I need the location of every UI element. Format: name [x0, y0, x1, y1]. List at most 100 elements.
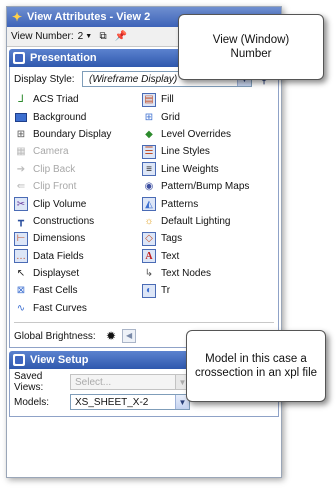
- dimensions-icon: ⊢: [14, 231, 28, 246]
- toggle-patterns[interactable]: ◭ Patterns: [142, 195, 270, 212]
- camera-icon: ▦: [16, 146, 26, 158]
- view-setup-header-label: View Setup: [30, 354, 89, 367]
- transparency-icon: ◐: [142, 283, 156, 298]
- toggle-text[interactable]: A Text: [142, 248, 270, 265]
- saved-views-dropdown[interactable]: Select... ▼: [70, 374, 190, 391]
- toggle-fast-curves[interactable]: ∿ Fast Curves: [14, 300, 142, 317]
- item-label: Tags: [161, 233, 183, 245]
- item-label: Data Fields: [33, 250, 84, 262]
- presentation-panel: Display Style: (Wireframe Display) ▼ ⚲ ⅃…: [9, 67, 279, 349]
- toggle-line-weights[interactable]: ≡ Line Weights: [142, 161, 270, 178]
- toggle-data-fields[interactable]: … Data Fields: [14, 248, 142, 265]
- window-title: View Attributes - View 2: [27, 11, 151, 23]
- line-styles-icon: ☰: [142, 144, 156, 159]
- text-icon: A: [142, 249, 156, 264]
- toggle-camera[interactable]: ▦ Camera: [14, 143, 142, 160]
- item-label: Clip Back: [33, 163, 76, 175]
- presentation-icon: [13, 52, 25, 64]
- toggle-pattern-bump-maps[interactable]: ◉ Pattern/Bump Maps: [142, 178, 270, 195]
- toggle-acs-triad[interactable]: ⅃ ACS Triad: [14, 91, 142, 108]
- tags-icon: ◇: [142, 231, 156, 246]
- toggle-boundary-display[interactable]: ⊞ Boundary Display: [14, 126, 142, 143]
- item-label: Grid: [161, 111, 180, 123]
- background-icon: [14, 110, 28, 124]
- toggle-constructions[interactable]: ┳ Constructions: [14, 213, 142, 230]
- view-number-spinner[interactable]: 2 ▼: [78, 31, 93, 42]
- toggle-dimensions[interactable]: ⊢ Dimensions: [14, 230, 142, 247]
- toggle-clip-volume[interactable]: ✂ Clip Volume: [14, 195, 142, 212]
- item-label: Line Styles: [161, 146, 210, 158]
- models-label: Models:: [14, 396, 50, 408]
- item-label: Text Nodes: [161, 268, 212, 280]
- view-number-label: View Number:: [11, 31, 74, 42]
- item-label: Text: [161, 250, 180, 262]
- chevron-down-icon[interactable]: ▼: [85, 33, 92, 40]
- right-column: ▤ Fill ⊞ Grid ◆ Level Overrides ☰ Line Style…: [142, 91, 270, 317]
- item-label: Constructions: [33, 215, 95, 227]
- item-label: Fast Cells: [33, 285, 78, 297]
- item-label: Fill: [161, 94, 174, 106]
- item-label: Fast Curves: [33, 302, 87, 314]
- toggle-fast-cells[interactable]: ⊠ Fast Cells: [14, 282, 142, 299]
- presentation-header-label: Presentation: [30, 52, 97, 64]
- grid-icon: ⊞: [144, 111, 154, 123]
- item-label: Background: [33, 111, 87, 123]
- global-brightness-label: Global Brightness:: [14, 330, 96, 342]
- item-label: Tr: [161, 285, 171, 297]
- toggle-clip-front[interactable]: ⇚ Clip Front: [14, 178, 142, 195]
- toggle-fill[interactable]: ▤ Fill: [142, 91, 270, 108]
- toggle-displayset[interactable]: ↖ Displayset: [14, 265, 142, 282]
- item-label: Clip Front: [33, 181, 77, 193]
- fast-curves-icon: ∿: [16, 302, 26, 314]
- item-label: Patterns: [161, 198, 199, 210]
- item-label: Camera: [33, 146, 69, 158]
- clip-back-icon: ➔: [16, 163, 26, 175]
- models-dropdown[interactable]: XS_SHEET_X-2 ▼: [70, 394, 190, 411]
- display-style-label: Display Style:: [14, 73, 75, 85]
- item-label: Dimensions: [33, 233, 86, 245]
- toggle-transparency[interactable]: ◐ Tr: [142, 282, 270, 299]
- view-number-callout: View (Window) Number: [178, 14, 324, 80]
- data-fields-icon: …: [14, 249, 28, 264]
- pin-icon[interactable]: 📌: [114, 30, 128, 44]
- item-label: ACS Triad: [33, 94, 79, 106]
- sun-icon: ✹: [106, 329, 117, 344]
- item-label: Default Lighting: [161, 215, 231, 227]
- item-label: Pattern/Bump Maps: [161, 181, 250, 193]
- toggle-clip-back[interactable]: ➔ Clip Back: [14, 161, 142, 178]
- constructions-icon: ┳: [17, 215, 25, 227]
- model-callout: Model in this case a crossection in an x…: [186, 330, 326, 402]
- view-number-value: 2: [77, 31, 84, 42]
- toggle-grid[interactable]: ⊞ Grid: [142, 108, 270, 125]
- acs-triad-icon: ⅃: [18, 94, 24, 106]
- clip-front-icon: ⇚: [16, 181, 26, 193]
- presentation-toggle-grid: ⅃ ACS Triad Background ⊞ Boundary Display …: [10, 91, 278, 320]
- toggle-tags[interactable]: ◇ Tags: [142, 230, 270, 247]
- view-number-callout-text: View (Window) Number: [212, 34, 290, 60]
- item-label: Line Weights: [161, 163, 219, 175]
- line-weights-icon: ≡: [142, 162, 156, 177]
- toggle-line-styles[interactable]: ☰ Line Styles: [142, 143, 270, 160]
- toggle-default-lighting[interactable]: ☼ Default Lighting: [142, 213, 270, 230]
- displayset-icon: ↖: [16, 268, 26, 280]
- text-nodes-icon: ↳: [144, 268, 154, 280]
- pattern-bump-maps-icon: ◉: [144, 181, 154, 193]
- toggle-level-overrides[interactable]: ◆ Level Overrides: [142, 126, 270, 143]
- microstation-logo-icon: ✦: [11, 10, 23, 24]
- left-column: ⅃ ACS Triad Background ⊞ Boundary Display …: [14, 91, 142, 317]
- copy-view-icon[interactable]: ⧉: [96, 30, 110, 44]
- view-setup-icon: [13, 354, 25, 367]
- default-lighting-icon: ☼: [144, 215, 154, 227]
- display-style-value: (Wireframe Display): [89, 73, 178, 85]
- brightness-slider[interactable]: ◀: [122, 329, 137, 344]
- fill-icon: ▤: [142, 92, 156, 107]
- saved-views-label: Saved Views:: [14, 371, 44, 394]
- item-label: Level Overrides: [161, 128, 232, 140]
- patterns-icon: ◭: [142, 197, 156, 212]
- toggle-background[interactable]: Background: [14, 108, 142, 125]
- level-overrides-icon: ◆: [145, 128, 153, 140]
- toggle-text-nodes[interactable]: ↳ Text Nodes: [142, 265, 270, 282]
- item-label: Clip Volume: [33, 198, 87, 210]
- clip-volume-icon: ✂: [14, 197, 28, 212]
- item-label: Displayset: [33, 268, 80, 280]
